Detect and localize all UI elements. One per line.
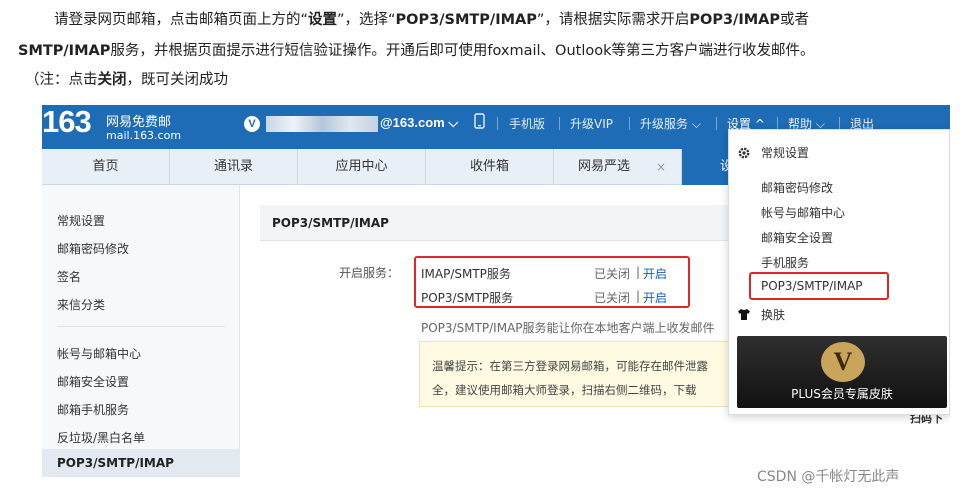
intro-line-3: （注：点击关闭，既可关闭成功 bbox=[25, 68, 228, 89]
service-pop3-name: POP3/SMTP服务 bbox=[421, 291, 514, 305]
enable-imap-link[interactable]: 开启 bbox=[643, 265, 667, 282]
divider bbox=[629, 117, 630, 130]
dropdown-skin[interactable]: 换肤 bbox=[761, 306, 785, 323]
tab-apps[interactable]: 应用中心 bbox=[298, 149, 426, 185]
sidebar-item-general[interactable]: 常规设置 bbox=[57, 212, 105, 229]
intro-text: 或者 bbox=[780, 12, 810, 28]
intro-bold-pop3: POP3/SMTP/IMAP bbox=[395, 12, 537, 28]
settings-dropdown: 常规设置 邮箱密码修改 帐号与邮箱中心 邮箱安全设置 手机服务 POP3/SMT… bbox=[728, 129, 950, 415]
account-blurred bbox=[266, 116, 378, 132]
intro-bold-close: 关闭 bbox=[97, 72, 127, 88]
separator: | bbox=[636, 289, 641, 303]
account-email[interactable]: @163.com ⌵ bbox=[380, 115, 458, 131]
link-mobile[interactable]: 手机版 bbox=[509, 115, 545, 132]
sidebar-item-filters[interactable]: 来信分类 bbox=[57, 296, 105, 313]
dropdown-mobile[interactable]: 手机服务 bbox=[761, 254, 809, 271]
tab-contacts[interactable]: 通讯录 bbox=[170, 149, 298, 185]
sidebar-item-antispam[interactable]: 反垃圾/黑白名单 bbox=[57, 429, 145, 446]
sidebar-item-security[interactable]: 邮箱安全设置 bbox=[57, 373, 129, 390]
logo-title: 网易免费邮 bbox=[106, 115, 172, 130]
intro-line-1: 请登录网页邮箱，点击邮箱页面上方的“设置”，选择“POP3/SMTP/IMAP”… bbox=[54, 8, 809, 29]
sidebar-item-password[interactable]: 邮箱密码修改 bbox=[57, 240, 129, 257]
enable-pop3-link[interactable]: 开启 bbox=[643, 289, 667, 306]
chevron-down-icon: ⌵ bbox=[448, 115, 459, 130]
service-description: POP3/SMTP/IMAP服务能让你在本地客户端上收发邮件 bbox=[421, 321, 715, 335]
plus-v-icon: V bbox=[821, 342, 865, 382]
panel-title: POP3/SMTP/IMAP bbox=[272, 216, 389, 230]
intro-line-2: SMTP/IMAP服务，并根据页面提示进行短信验证操作。开通后即可使用foxma… bbox=[18, 39, 815, 60]
intro-text: （注：点击 bbox=[25, 72, 98, 88]
link-upgrade-service[interactable]: 升级服务 ⌵ bbox=[640, 115, 701, 132]
sidebar-item-account-center[interactable]: 帐号与邮箱中心 bbox=[57, 345, 141, 362]
tip-line-2: 全，建议使用邮箱大师登录，扫描右侧二维码，下载 bbox=[432, 383, 697, 397]
link-upgrade-vip[interactable]: 升级VIP bbox=[570, 115, 613, 132]
vip-badge-icon[interactable]: V bbox=[244, 116, 260, 132]
shirt-icon bbox=[737, 306, 751, 325]
intro-bold-pop3imap: POP3/IMAP bbox=[689, 12, 781, 28]
tip-line-1: 温馨提示：在第三方登录网易邮箱，可能存在邮件泄露 bbox=[432, 359, 708, 373]
divider bbox=[559, 117, 560, 130]
sidebar-item-mobile[interactable]: 邮箱手机服务 bbox=[57, 401, 129, 418]
settings-sidebar: 常规设置 邮箱密码修改 签名 来信分类 帐号与邮箱中心 邮箱安全设置 邮箱手机服… bbox=[42, 185, 240, 477]
plus-caption: PLUS会员专属皮肤 bbox=[791, 387, 893, 401]
intro-bold-settings: 设置 bbox=[308, 12, 338, 28]
tab-home[interactable]: 首页 bbox=[42, 149, 170, 185]
divider bbox=[497, 117, 498, 130]
sidebar-item-signature[interactable]: 签名 bbox=[57, 268, 81, 285]
intro-text: ”，选择“ bbox=[337, 12, 396, 28]
account-text: @163.com bbox=[380, 115, 445, 130]
divider bbox=[716, 117, 717, 130]
logo-domain: mail.163.com bbox=[106, 129, 182, 142]
intro-text: 服务，并根据页面提示进行短信验证操作。开通后即可使用foxmail、Outloo… bbox=[110, 43, 815, 59]
gear-icon bbox=[737, 145, 751, 164]
intro-text: ”，请根据实际需求开启 bbox=[536, 12, 690, 28]
service-label: 开启服务： bbox=[339, 266, 400, 280]
close-icon[interactable]: × bbox=[656, 160, 666, 174]
dropdown-security[interactable]: 邮箱安全设置 bbox=[761, 229, 833, 246]
sidebar-item-pop3[interactable]: POP3/SMTP/IMAP bbox=[42, 449, 240, 477]
mail-screenshot: 163 网易免费邮 mail.163.com V @163.com ⌵ 手机版 … bbox=[42, 105, 950, 477]
dropdown-general-settings[interactable]: 常规设置 bbox=[761, 144, 809, 161]
phone-icon[interactable] bbox=[474, 113, 485, 132]
service-imap-name: IMAP/SMTP服务 bbox=[421, 267, 511, 281]
service-pop3-status: 已关闭 bbox=[594, 291, 631, 305]
logo-163[interactable]: 163 bbox=[42, 105, 92, 140]
dropdown-account-center[interactable]: 帐号与邮箱中心 bbox=[761, 204, 845, 221]
separator: | bbox=[636, 265, 641, 279]
service-imap-status: 已关闭 bbox=[594, 267, 631, 281]
page: 请登录网页邮箱，点击邮箱页面上方的“设置”，选择“POP3/SMTP/IMAP”… bbox=[0, 0, 964, 495]
sidebar-divider bbox=[57, 326, 225, 327]
dropdown-pop3[interactable]: POP3/SMTP/IMAP bbox=[761, 279, 863, 293]
plus-skin-banner[interactable]: V PLUS会员专属皮肤 bbox=[737, 336, 947, 408]
sidebar-item-label: POP3/SMTP/IMAP bbox=[57, 456, 174, 470]
dropdown-password[interactable]: 邮箱密码修改 bbox=[761, 179, 833, 196]
watermark: CSDN @千帐灯无此声 bbox=[757, 469, 900, 485]
intro-text: ，既可关闭成功 bbox=[126, 72, 229, 88]
intro-bold-smtpimap: SMTP/IMAP bbox=[18, 43, 111, 59]
tab-inbox[interactable]: 收件箱 bbox=[426, 149, 554, 185]
tab-label: 网易严选 bbox=[578, 159, 631, 174]
intro-text: 请登录网页邮箱，点击邮箱页面上方的“ bbox=[54, 12, 309, 28]
